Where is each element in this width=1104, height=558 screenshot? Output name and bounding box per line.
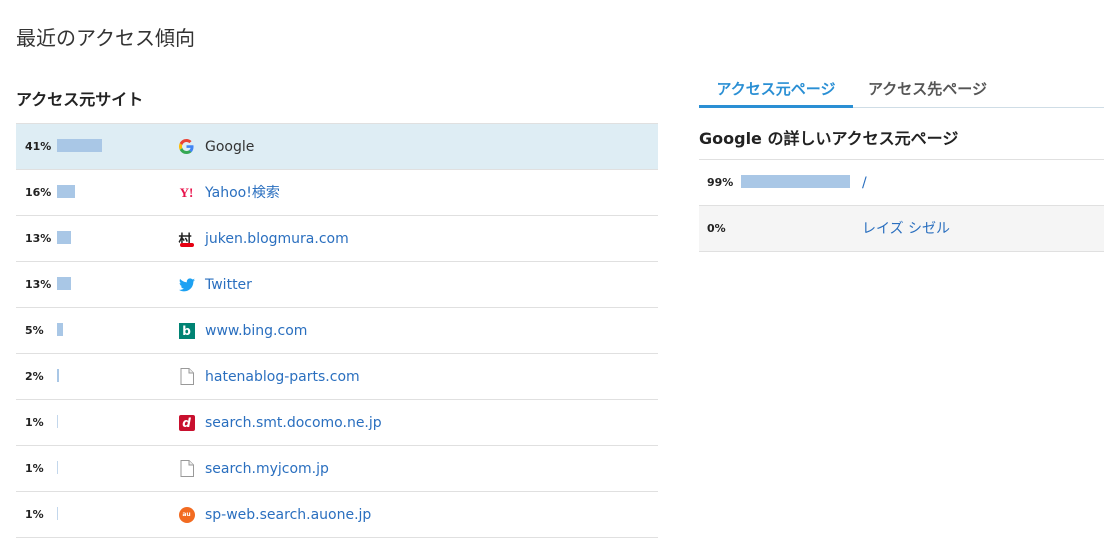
source-site-row[interactable]: 5% b www.bing.com xyxy=(16,308,658,354)
share-bar-track xyxy=(57,415,167,428)
source-site-row[interactable]: 1% d search.smt.docomo.ne.jp xyxy=(16,400,658,446)
source-site-row[interactable]: 13% Twitter xyxy=(16,262,658,308)
percent-label: 0% xyxy=(707,222,726,235)
percent-label: 1% xyxy=(25,416,44,429)
document-icon xyxy=(178,368,195,385)
percent-label: 1% xyxy=(25,462,44,475)
yahoo-icon: Y! xyxy=(179,184,194,200)
percent-label: 99% xyxy=(707,176,734,189)
source-site-link[interactable]: hatenablog-parts.com xyxy=(205,354,360,400)
source-site-list: 41% Google 16% Y! Yahoo!検索 13% 村 juken.blogmura… xyxy=(16,123,658,538)
percent-label: 2% xyxy=(25,370,44,383)
tab-source-pages[interactable]: アクセス元ページ xyxy=(699,74,853,108)
source-site-row[interactable]: 13% 村 juken.blogmura.com xyxy=(16,216,658,262)
percent-label: 1% xyxy=(25,508,44,521)
google-icon xyxy=(178,138,195,155)
share-bar xyxy=(57,231,71,244)
share-bar xyxy=(57,139,102,152)
source-page-link[interactable]: / xyxy=(862,160,867,206)
share-bar xyxy=(57,461,58,474)
tab-destination-pages[interactable]: アクセス先ページ xyxy=(868,74,987,105)
share-bar-track xyxy=(57,369,167,382)
source-page-link[interactable]: レイズ シゼル xyxy=(862,206,950,252)
bing-icon: b xyxy=(178,322,195,339)
source-site-row[interactable]: 16% Y! Yahoo!検索 xyxy=(16,170,658,216)
share-bar-track xyxy=(57,185,167,198)
detail-title: Google の詳しいアクセス元ページ xyxy=(699,129,959,148)
sources-section-title: アクセス元サイト xyxy=(16,90,144,109)
twitter-icon xyxy=(178,276,195,293)
docomo-icon: d xyxy=(178,414,195,431)
source-page-row[interactable]: 0% レイズ シゼル xyxy=(699,206,1104,252)
tab-bar: アクセス元ページ アクセス先ページ xyxy=(699,74,1104,108)
source-site-link[interactable]: sp-web.search.auone.jp xyxy=(205,492,371,538)
share-bar-track xyxy=(741,221,851,234)
share-bar-track xyxy=(57,139,167,152)
source-site-link[interactable]: Google xyxy=(205,124,254,170)
share-bar-track xyxy=(57,231,167,244)
source-site-link[interactable]: www.bing.com xyxy=(205,308,307,354)
source-site-row[interactable]: 1% search.myjcom.jp xyxy=(16,446,658,492)
source-site-link[interactable]: search.smt.docomo.ne.jp xyxy=(205,400,382,446)
share-bar xyxy=(57,369,59,382)
share-bar xyxy=(741,175,850,188)
share-bar-track xyxy=(57,323,167,336)
source-site-row[interactable]: 1% au sp-web.search.auone.jp xyxy=(16,492,658,538)
share-bar-track xyxy=(57,507,167,520)
source-site-row[interactable]: 2% hatenablog-parts.com xyxy=(16,354,658,400)
share-bar-track xyxy=(57,277,167,290)
share-bar xyxy=(57,277,71,290)
share-bar xyxy=(57,323,63,336)
document-icon xyxy=(178,460,195,477)
percent-label: 5% xyxy=(25,324,44,337)
source-site-link[interactable]: search.myjcom.jp xyxy=(205,446,329,492)
source-site-link[interactable]: Twitter xyxy=(205,262,252,308)
share-bar xyxy=(57,185,75,198)
percent-label: 16% xyxy=(25,186,52,199)
share-bar xyxy=(57,507,58,520)
source-site-link[interactable]: juken.blogmura.com xyxy=(205,216,349,262)
share-bar-track xyxy=(741,175,851,188)
percent-label: 13% xyxy=(25,232,52,245)
source-page-row[interactable]: 99% / xyxy=(699,160,1104,206)
page-title: 最近のアクセス傾向 xyxy=(16,26,195,50)
percent-label: 41% xyxy=(25,140,52,153)
auone-icon: au xyxy=(178,506,195,523)
share-bar-track xyxy=(57,461,167,474)
source-site-row[interactable]: 41% Google xyxy=(16,124,658,170)
blogmura-icon: 村 xyxy=(178,232,194,248)
share-bar xyxy=(57,415,58,428)
source-site-link[interactable]: Yahoo!検索 xyxy=(205,170,280,216)
percent-label: 13% xyxy=(25,278,52,291)
source-page-list: 99% / 0% レイズ シゼル xyxy=(699,159,1104,252)
